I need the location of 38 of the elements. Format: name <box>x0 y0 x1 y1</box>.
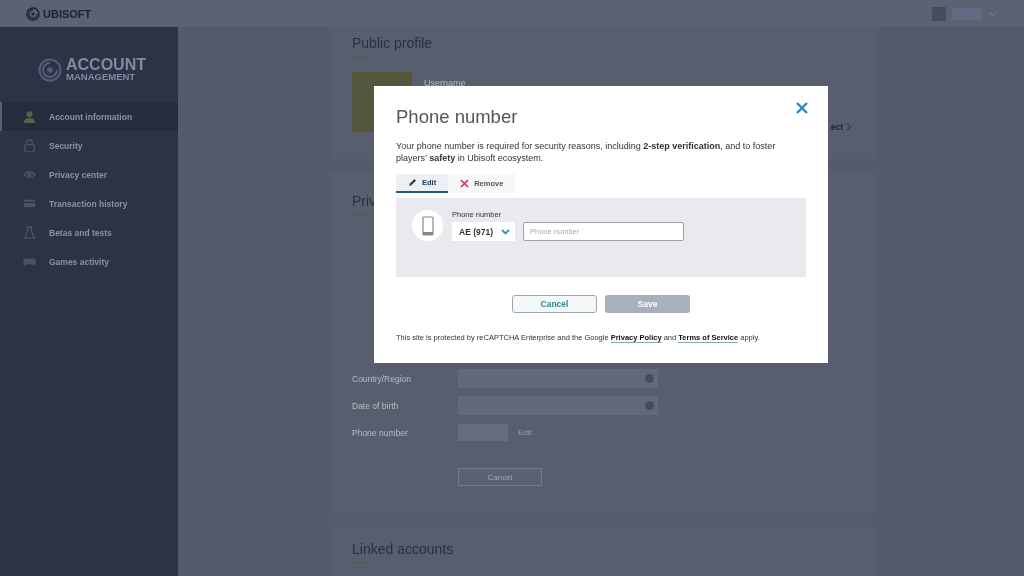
cancel-button[interactable]: Cancel <box>458 468 542 486</box>
sidebar-item[interactable]: Betas and tests <box>0 218 178 247</box>
close-icon[interactable] <box>795 101 809 115</box>
sidebar-item[interactable]: Games activity <box>0 247 178 276</box>
cancel-button[interactable]: Cancel <box>512 295 597 313</box>
sidebar-item[interactable]: Security <box>0 131 178 160</box>
chevron-down-icon <box>501 227 510 236</box>
connect-link[interactable]: ect <box>830 122 843 132</box>
close-icon <box>460 179 470 188</box>
sidebar-item[interactable]: Account information <box>0 102 178 131</box>
sidebar-item[interactable]: Privacy center <box>0 160 178 189</box>
edit-link[interactable]: Edit <box>518 428 532 437</box>
input-field[interactable] <box>458 369 658 388</box>
chevron-right-icon <box>846 123 852 131</box>
field-label: Country/Region <box>352 373 413 384</box>
lock-icon <box>23 139 36 152</box>
field-label: Date of birth <box>352 400 400 411</box>
help-icon[interactable] <box>645 401 654 410</box>
logo-subtitle: MANAGEMENT <box>66 72 137 82</box>
ubisoft-logo-icon <box>26 6 40 21</box>
help-icon[interactable] <box>645 374 654 383</box>
dialog-description: Your phone number is required for security reasons, including 2-step verification, and to foster players’ safety in Ubisoft ecosystem. <box>396 140 777 164</box>
input-field[interactable] <box>458 396 658 415</box>
card-icon <box>23 197 36 210</box>
avatar[interactable] <box>932 6 946 21</box>
phone-icon <box>421 215 434 236</box>
logo-icon <box>38 57 62 82</box>
person-icon <box>23 110 36 123</box>
sidebar-item[interactable]: Transaction history <box>0 189 178 218</box>
country-code-dropdown[interactable]: AE (971) <box>452 222 515 241</box>
pencil-icon <box>408 178 417 187</box>
field-label: Phone number <box>352 427 409 438</box>
dialog-title: Phone number <box>396 106 518 128</box>
brand-name: UBISOFT <box>43 7 92 20</box>
username-label: Username <box>424 78 466 88</box>
eye-icon <box>23 168 36 181</box>
flask-icon <box>23 226 36 239</box>
logo-title: ACCOUNT <box>66 57 146 72</box>
